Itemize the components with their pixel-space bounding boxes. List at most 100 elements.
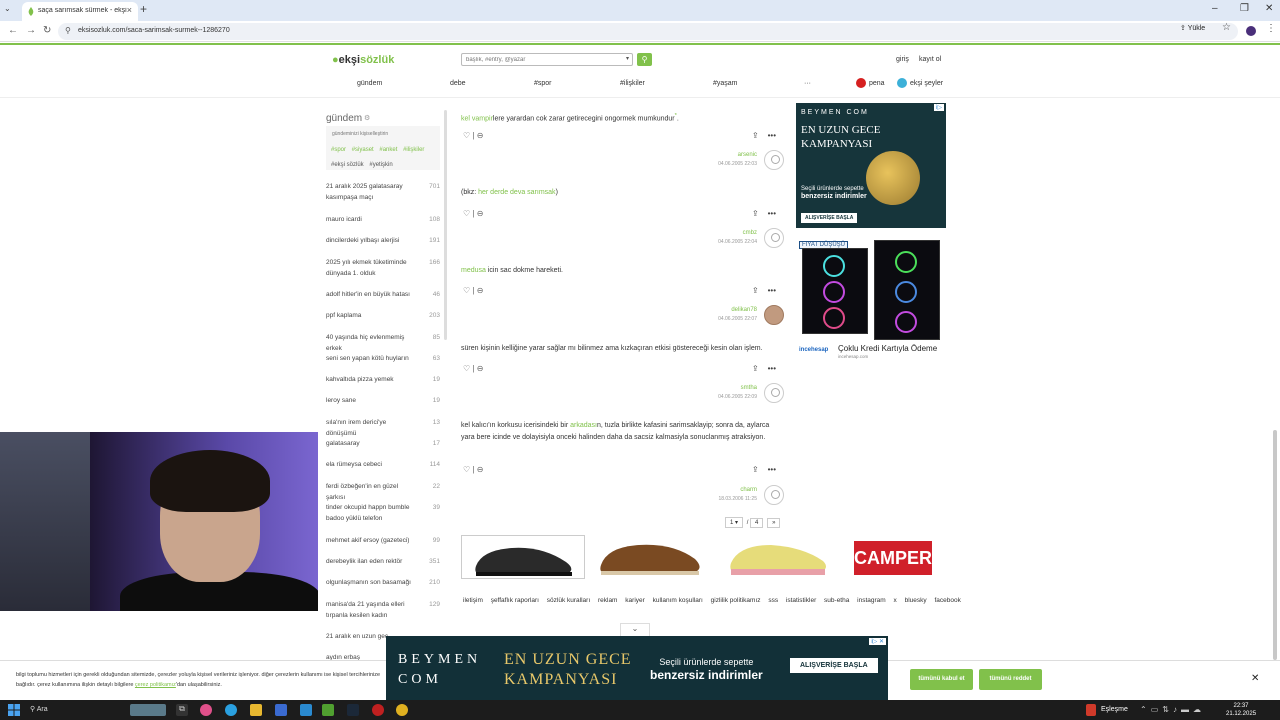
entry-link[interactable]: her derde deva sarımsak xyxy=(478,189,555,196)
back-icon[interactable]: ← xyxy=(8,25,18,36)
share-icon[interactable]: ⇪ xyxy=(752,209,759,218)
search-box[interactable]: ▾ xyxy=(461,53,633,66)
entry-link[interactable]: kel vampir xyxy=(461,115,493,122)
ad-cta-button[interactable]: ALIŞVERİŞE BAŞLA xyxy=(801,213,858,223)
nav-gundem[interactable]: gündem xyxy=(357,80,382,87)
avatar[interactable] xyxy=(764,383,784,403)
sidebar-topic[interactable]: 21 aralık 2025 galatasaray kasımpaşa maç… xyxy=(326,181,440,203)
footer-link[interactable]: sss xyxy=(768,597,778,604)
nav-debe[interactable]: debe xyxy=(450,80,466,87)
page-last[interactable]: 4 xyxy=(750,518,764,528)
sidebar-topic[interactable]: manisa'da 21 yaşında elleri tırpanla kes… xyxy=(326,599,440,621)
tab-close-icon[interactable]: × xyxy=(127,5,132,15)
favorite-icon[interactable]: ♡ xyxy=(463,364,470,373)
chrome-icon[interactable] xyxy=(396,704,408,716)
more-icon[interactable]: ••• xyxy=(768,364,776,373)
file-explorer-icon[interactable] xyxy=(250,704,262,716)
footer-link[interactable]: şeffaflık raporları xyxy=(491,597,539,604)
entry-author[interactable]: charm 18.03.2006 11:25 xyxy=(700,487,757,502)
sidebar-topic[interactable]: 2025 yılı ekmek tüketiminde dünyada 1. o… xyxy=(326,257,440,279)
page-scrollbar[interactable] xyxy=(1273,430,1277,660)
minimize-icon[interactable]: – xyxy=(1212,3,1218,14)
entry-link[interactable]: arkadası xyxy=(570,422,597,429)
entry-author[interactable]: smtha 04.06.2005 22:09 xyxy=(700,385,757,400)
profile-avatar[interactable] xyxy=(1246,26,1256,36)
task-view-icon[interactable]: ⧉ xyxy=(176,704,188,716)
footer-link[interactable]: kullanım koşulları xyxy=(653,597,703,604)
downvote-icon[interactable]: ⊖ xyxy=(477,286,484,295)
nav-spor[interactable]: #spor xyxy=(534,80,552,87)
tag-yetiskin[interactable]: #yetişkin xyxy=(369,162,392,168)
footer-link[interactable]: gizlilik politikamız xyxy=(711,597,761,604)
footer-link[interactable]: iletişim xyxy=(463,597,483,604)
author-name[interactable]: smtha xyxy=(741,385,757,391)
share-icon[interactable]: ⇪ xyxy=(752,364,759,373)
beymen-bottom-ad[interactable]: i▷ ✕ BEYMEN COM EN UZUN GECE KAMPANYASI … xyxy=(386,636,888,700)
page-next[interactable]: » xyxy=(767,518,781,528)
footer-link[interactable]: kariyer xyxy=(625,597,645,604)
share-icon[interactable]: ⇪ xyxy=(752,286,759,295)
collapse-ad-button[interactable]: ⌄ xyxy=(620,623,650,637)
search-dropdown-icon[interactable]: ▾ xyxy=(626,55,629,62)
sidebar-topic[interactable]: ferdi özbeğen'in en güzel şarkısı 22 xyxy=(326,481,440,503)
shoe-product[interactable] xyxy=(589,535,713,579)
beymen-ad[interactable]: i▷ BEYMEN COM EN UZUN GECE KAMPANYASI Se… xyxy=(796,103,946,228)
gear-icon[interactable]: ⚙ xyxy=(364,114,370,122)
site-info-icon[interactable]: ⚲ xyxy=(65,26,71,35)
new-tab-icon[interactable]: + xyxy=(140,2,147,16)
more-icon[interactable]: ••• xyxy=(768,286,776,295)
favorite-icon[interactable]: ♡ xyxy=(463,286,470,295)
tag-eksi-sozluk[interactable]: #ekşi sözlük xyxy=(331,162,364,168)
taskbar-clock[interactable]: 22:37 21.12.2025 xyxy=(1226,702,1256,718)
footer-link[interactable]: sözlük kuralları xyxy=(547,597,590,604)
app-icon[interactable] xyxy=(372,704,384,716)
footer-link[interactable]: bluesky xyxy=(905,597,927,604)
tag-spor[interactable]: #spor xyxy=(331,147,346,153)
steam-icon[interactable] xyxy=(347,704,359,716)
author-name[interactable]: arsenic xyxy=(738,152,757,158)
login-link[interactable]: giriş xyxy=(896,56,909,63)
favorite-icon[interactable]: ♡ xyxy=(463,465,470,474)
app-icon[interactable] xyxy=(200,704,212,716)
ad-info-icon[interactable]: i▷ xyxy=(934,104,944,111)
entry-date[interactable]: 04.06.2005 22:03 xyxy=(700,161,757,167)
author-name[interactable]: cmbz xyxy=(743,230,757,236)
nav-iliskiler[interactable]: #ilişkiler xyxy=(620,80,645,87)
author-name[interactable]: charm xyxy=(740,487,757,493)
widget-icon[interactable] xyxy=(130,704,166,716)
more-icon[interactable]: ••• xyxy=(768,465,776,474)
sidebar-topic[interactable]: mehmet akif ersoy (gazeteci) 99 xyxy=(326,535,440,546)
sidebar-topic[interactable]: kahvaltıda pizza yemek 19 xyxy=(326,374,440,385)
avatar[interactable] xyxy=(764,305,784,325)
favorite-icon[interactable]: ♡ xyxy=(463,209,470,218)
entry-author[interactable]: arsenic 04.06.2005 22:03 xyxy=(700,152,757,167)
cookie-policy-link[interactable]: çerez politikamız xyxy=(135,682,176,688)
search-button[interactable]: ⚲ xyxy=(637,53,652,66)
taskbar-search[interactable]: ⚲ Ara xyxy=(30,705,48,713)
shoe-product[interactable] xyxy=(717,535,841,579)
windows-start-icon[interactable] xyxy=(8,704,20,716)
sidebar-topic[interactable]: tinder okcupid happn bumble badoo yüklü … xyxy=(326,502,440,524)
app-icon[interactable] xyxy=(322,704,334,716)
entry-date[interactable]: 18.03.2006 11:25 xyxy=(700,496,757,502)
app-icon[interactable] xyxy=(275,704,287,716)
sidebar-topic[interactable]: sıla'nın irem derici'ye dönüşümü 13 xyxy=(326,417,440,439)
bookmark-star-icon[interactable]: ☆ xyxy=(1222,22,1231,33)
sidebar-topic[interactable]: derebeylik ilan eden rektör 351 xyxy=(326,556,440,567)
nav-yasam[interactable]: #yaşam xyxy=(713,80,738,87)
sidebar-topic[interactable]: leroy sane 19 xyxy=(326,395,440,406)
downvote-icon[interactable]: ⊖ xyxy=(477,209,484,218)
ad-info-icon[interactable]: i▷ ✕ xyxy=(869,638,886,645)
forward-icon[interactable]: → xyxy=(26,25,36,36)
accept-all-button[interactable]: tümünü kabul et xyxy=(910,669,973,690)
tab-list-chevron-icon[interactable]: ⌄ xyxy=(4,4,11,13)
browser-menu-icon[interactable]: ⋮ xyxy=(1266,23,1276,34)
personalize-hint[interactable]: gündeminizi kişiselleştirin xyxy=(332,131,388,137)
register-link[interactable]: kayıt ol xyxy=(919,56,941,63)
share-icon[interactable]: ⇪ xyxy=(752,465,759,474)
maximize-icon[interactable]: ❐ xyxy=(1240,3,1249,14)
downvote-icon[interactable]: ⊖ xyxy=(477,465,484,474)
entry-date[interactable]: 04.06.2005 22:09 xyxy=(700,394,757,400)
downvote-icon[interactable]: ⊖ xyxy=(477,131,484,140)
status-icon[interactable] xyxy=(1086,704,1096,716)
